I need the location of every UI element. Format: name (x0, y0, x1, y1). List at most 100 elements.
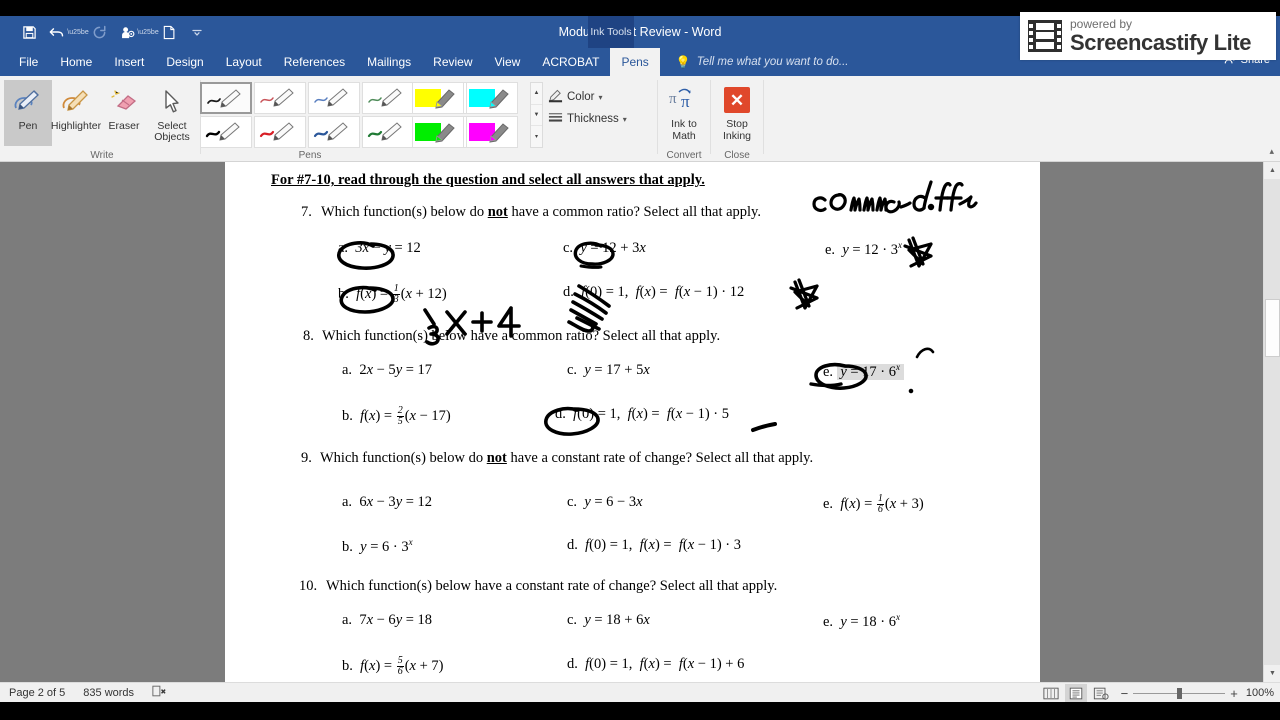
question-10-option-d: d. f(0) = 1, f(x) = f(x − 1) + 6 (567, 656, 745, 672)
watermark-powered-by: powered by (1070, 17, 1133, 31)
eraser-label: Eraser (108, 120, 140, 132)
tab-references[interactable]: References (273, 48, 356, 76)
question-9-option-c: c. y = 6 − 3x (567, 494, 643, 510)
pen-swatch-pen-blue-thin[interactable] (308, 82, 360, 114)
zoom-thumb[interactable] (1177, 687, 1183, 699)
question-7-prompt: Which function(s) below do not have a co… (321, 204, 761, 221)
question-7-option-e: e. y = 12 · 3x (825, 240, 903, 258)
tab-file[interactable]: File (8, 48, 49, 76)
tab-pens[interactable]: Pens (610, 48, 660, 76)
contextual-tab-group-label: Ink Tools (588, 16, 634, 48)
tab-design[interactable]: Design (155, 48, 214, 76)
ink-to-math-button[interactable]: π π Ink to Math (658, 76, 710, 142)
question-8-option-c: c. y = 17 + 5x (567, 362, 650, 378)
dot-8e (908, 388, 914, 394)
gallery-scroll-up-icon[interactable]: ▲ (531, 83, 542, 105)
scroll-up-arrow-icon[interactable]: ▲ (1264, 162, 1280, 179)
pen-swatch-highlighter-magenta[interactable] (466, 116, 518, 148)
pen-swatch-pen-black[interactable] (200, 82, 252, 114)
pen-swatch-pen-red-thin[interactable] (254, 82, 306, 114)
undo-dropdown-caret-icon[interactable]: \u25be (67, 20, 88, 44)
instruction-header: For #7-10, read through the question and… (271, 172, 705, 188)
pen-swatch-highlighter-yellow[interactable] (412, 82, 464, 114)
vertical-scrollbar[interactable]: ▲ ▼ (1263, 162, 1280, 682)
highlighter-label: Highlighter (50, 120, 102, 132)
question-7-number: 7. (301, 204, 312, 220)
zoom-track[interactable] (1133, 687, 1226, 699)
svg-text:π: π (669, 91, 677, 107)
pen-swatch-pen-green[interactable] (362, 116, 414, 148)
write-group-label: Write (90, 150, 114, 161)
tab-acrobat[interactable]: ACROBAT (531, 48, 610, 76)
pen-swatch-pen-blue[interactable] (308, 116, 360, 148)
stop-inking-label-line2: Inking (722, 130, 752, 142)
gallery-more-icon[interactable]: ▾ (531, 126, 542, 147)
star-7e (903, 236, 933, 268)
question-7-option-b: b. f(x) = 1 3 (x + 12) (338, 283, 447, 306)
pens-gallery-scroll[interactable]: ▲ ▼ ▾ (530, 82, 543, 148)
touch-mode-icon[interactable] (114, 20, 140, 44)
collapse-ribbon-icon[interactable]: ▴ (1269, 146, 1274, 157)
read-mode-icon[interactable] (1040, 684, 1062, 702)
scrollbar-thumb[interactable] (1265, 299, 1280, 357)
question-8-number: 8. (303, 328, 314, 344)
zoom-out-button[interactable]: − (1121, 687, 1129, 700)
ink-to-math-label-line2: Math (672, 130, 696, 142)
redo-icon[interactable] (86, 20, 112, 44)
pen-swatch-highlighter-cyan[interactable] (466, 82, 518, 114)
question-8-option-a: a. 2x − 5y = 17 (342, 362, 433, 378)
question-8-prompt: Which function(s) below have a common ra… (322, 328, 721, 344)
stop-inking-button[interactable]: ✕ Stop Inking (711, 76, 763, 142)
pen-color-label: Color (567, 91, 595, 103)
proofing-errors-icon[interactable]: ✖ (143, 685, 175, 700)
underline-8d (751, 422, 777, 432)
select-objects-button[interactable]: Select Objects (148, 80, 196, 143)
pen-thickness-button[interactable]: Thickness ▾ (548, 108, 627, 130)
tab-view[interactable]: View (484, 48, 532, 76)
question-9-option-d: d. f(0) = 1, f(x) = f(x − 1) · 3 (567, 537, 741, 553)
q9-pre: Which function(s) below do (320, 450, 487, 466)
pen-swatch-pen-green-thin[interactable] (362, 82, 414, 114)
zoom-slider[interactable]: − + (1121, 687, 1238, 700)
undo-icon[interactable] (44, 20, 70, 44)
stop-inking-x-icon: ✕ (724, 82, 750, 118)
pen-swatch-pen-red[interactable] (254, 116, 306, 148)
tab-insert[interactable]: Insert (103, 48, 155, 76)
scrollbar-track[interactable] (1264, 179, 1280, 665)
pen-swatch-highlighter-green[interactable] (412, 116, 464, 148)
word-count[interactable]: 835 words (74, 687, 143, 699)
zoom-in-button[interactable]: + (1230, 687, 1238, 700)
pen-button[interactable]: Pen (4, 80, 52, 146)
touch-mode-dropdown-caret-icon[interactable]: \u25be (137, 20, 158, 44)
web-layout-icon[interactable] (1090, 684, 1112, 702)
eraser-button[interactable]: Eraser (100, 80, 148, 132)
save-icon[interactable] (16, 20, 42, 44)
pen-thickness-caret-icon[interactable]: ▾ (623, 115, 627, 124)
pen-color-button[interactable]: Color ▾ (548, 86, 627, 108)
highlighter-button[interactable]: Highlighter (50, 80, 102, 132)
pen-swatch-pen-black-bold[interactable] (200, 116, 252, 148)
ribbon-group-pens: ▲ ▼ ▾ Color ▾ Thickness ▾ Pens (200, 76, 627, 162)
print-layout-icon[interactable] (1064, 684, 1087, 702)
eraser-icon (106, 84, 142, 120)
gallery-scroll-down-icon[interactable]: ▼ (531, 105, 542, 127)
pen-options: Color ▾ Thickness ▾ (548, 86, 627, 130)
circle-8e-tail (809, 382, 843, 388)
convert-group-label: Convert (666, 150, 702, 161)
tab-layout[interactable]: Layout (215, 48, 273, 76)
tab-review[interactable]: Review (422, 48, 483, 76)
question-10-option-e: e. y = 18 · 6x (823, 612, 901, 630)
document-page[interactable]: For #7-10, read through the question and… (225, 162, 1040, 682)
question-8-option-b: b. f(x) = 2 5 (x − 17) (342, 405, 451, 428)
tab-mailings[interactable]: Mailings (356, 48, 422, 76)
page-indicator[interactable]: Page 2 of 5 (0, 687, 74, 699)
new-document-icon[interactable] (156, 20, 182, 44)
scroll-down-arrow-icon[interactable]: ▼ (1264, 665, 1280, 682)
question-10-number: 10. (299, 578, 318, 594)
tab-home[interactable]: Home (49, 48, 103, 76)
zoom-level[interactable]: 100% (1246, 687, 1274, 699)
pen-color-caret-icon[interactable]: ▾ (598, 93, 602, 102)
customize-quick-access-toolbar-chevron-down-icon[interactable] (184, 20, 210, 44)
tell-me-search-box[interactable]: 💡 Tell me what you want to do... (660, 48, 849, 76)
status-bar-right: − + 100% (1040, 683, 1274, 703)
